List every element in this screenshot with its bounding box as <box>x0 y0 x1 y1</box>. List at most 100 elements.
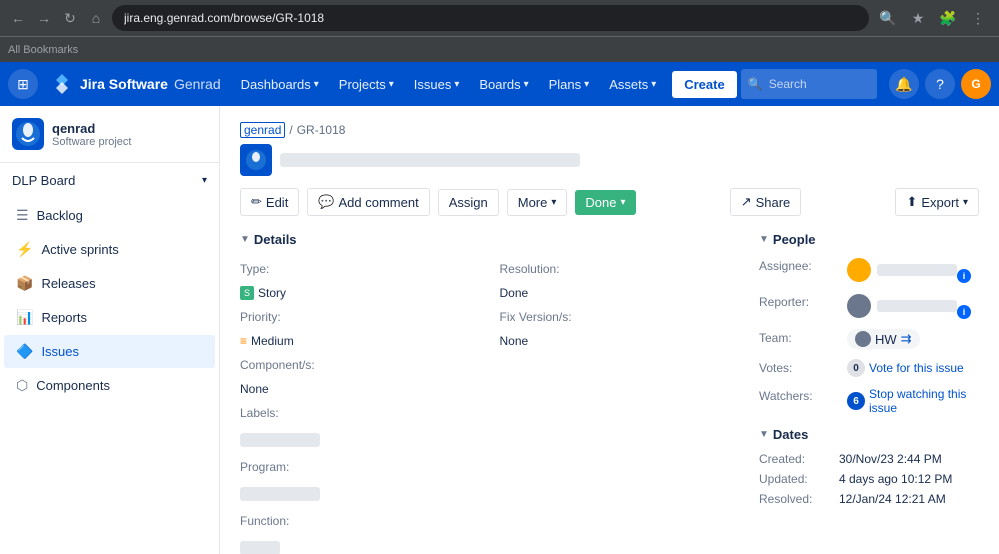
issue-main-column: ▼ Details Type: Resolution: S Story <box>240 232 739 554</box>
share-button[interactable]: ↗ Share <box>730 188 802 216</box>
updated-label: Updated: <box>759 472 839 486</box>
bookmark-star-button[interactable]: ★ <box>905 5 931 31</box>
assign-button[interactable]: Assign <box>438 189 499 216</box>
type-badge: S Story <box>240 286 490 300</box>
share-icon: ↗ <box>741 194 752 210</box>
votes-count-badge: 0 <box>847 359 865 377</box>
done-button[interactable]: Done ▾ <box>575 190 635 215</box>
breadcrumb-project-link[interactable]: genrad <box>240 122 285 138</box>
function-value <box>240 533 490 554</box>
watch-link[interactable]: Stop watching this issue <box>869 387 979 415</box>
team-name: HW <box>875 332 897 347</box>
reporter-name-blurred <box>877 300 957 312</box>
more-chevron-icon: ▾ <box>551 197 556 208</box>
type-label: Type: <box>240 257 490 281</box>
reload-button[interactable]: ↻ <box>60 8 80 28</box>
jira-logo-icon <box>50 72 74 96</box>
priority-label: Priority: <box>240 305 490 329</box>
help-button[interactable]: ? <box>925 69 955 99</box>
resolved-value: 12/Jan/24 12:21 AM <box>839 492 946 506</box>
resolved-label: Resolved: <box>759 492 839 506</box>
forward-button[interactable]: → <box>34 8 54 28</box>
people-section: ▼ People Assignee: i Reporte <box>759 232 979 415</box>
search-icon-btn[interactable]: 🔍 <box>875 5 901 31</box>
nav-plans[interactable]: Plans ▾ <box>541 71 598 98</box>
sidebar-item-releases[interactable]: 📦 Releases <box>4 267 215 300</box>
issue-right-sidebar: ▼ People Assignee: i Reporte <box>759 232 979 554</box>
sidebar-item-backlog[interactable]: ☰ Backlog <box>4 199 215 232</box>
content-area: genrad / GR-1018 ✏ Edit 💬 Add comment <box>220 106 999 554</box>
type-value: S Story <box>240 281 490 305</box>
updated-value: 4 days ago 10:12 PM <box>839 472 952 486</box>
nav-dashboards[interactable]: Dashboards ▾ <box>233 71 327 98</box>
resolution-value: Done <box>490 281 740 305</box>
dates-section-header[interactable]: ▼ Dates <box>759 427 979 442</box>
search-icon: 🔍 <box>748 77 763 91</box>
issue-title-blurred <box>280 153 580 167</box>
reporter-row: Reporter: i <box>759 293 979 319</box>
create-button[interactable]: Create <box>672 71 736 98</box>
program-value <box>240 479 490 509</box>
home-button[interactable]: ⌂ <box>86 8 106 28</box>
notifications-button[interactable]: 🔔 <box>889 69 919 99</box>
issue-project-icon <box>240 144 272 176</box>
reporter-avatar <box>847 294 871 318</box>
releases-label: Releases <box>41 276 95 291</box>
nav-issues[interactable]: Issues ▾ <box>406 71 468 98</box>
comment-icon: 💬 <box>318 194 334 210</box>
priority-medium-icon: ≡ <box>240 334 247 348</box>
menu-button[interactable]: ⋮ <box>965 5 991 31</box>
sidebar-project: qenrad Software project <box>0 106 219 163</box>
team-badge: HW ⇉ <box>847 329 920 349</box>
apps-icon-btn[interactable]: ⊞ <box>8 69 38 99</box>
url-bar[interactable] <box>112 5 869 31</box>
export-button[interactable]: ⬆ Export ▾ <box>895 188 979 216</box>
sidebar-item-components[interactable]: ⬡ Components <box>4 369 215 402</box>
details-section-header[interactable]: ▼ Details <box>240 232 739 247</box>
people-toggle-icon: ▼ <box>759 234 769 245</box>
sidebar-board[interactable]: DLP Board ▾ <box>0 163 219 198</box>
action-bar: ✏ Edit 💬 Add comment Assign More ▾ Done … <box>240 188 979 216</box>
add-comment-button[interactable]: 💬 Add comment <box>307 188 429 216</box>
breadcrumb: genrad / GR-1018 <box>240 122 979 138</box>
details-toggle-icon: ▼ <box>240 234 250 245</box>
assignee-avatar <box>847 258 871 282</box>
updated-row: Updated: 4 days ago 10:12 PM <box>759 472 979 486</box>
votes-value: 0 Vote for this issue <box>847 359 964 377</box>
issue-body: ▼ Details Type: Resolution: S Story <box>240 232 979 554</box>
more-button[interactable]: More ▾ <box>507 189 568 216</box>
details-section: ▼ Details Type: Resolution: S Story <box>240 232 739 554</box>
project-subtitle: Software project <box>52 136 131 148</box>
vote-link[interactable]: Vote for this issue <box>869 361 964 375</box>
edit-button[interactable]: ✏ Edit <box>240 188 299 216</box>
people-section-header[interactable]: ▼ People <box>759 232 979 247</box>
extension-button[interactable]: 🧩 <box>935 5 961 31</box>
people-section-label: People <box>773 232 816 247</box>
export-icon: ⬆ <box>906 194 917 210</box>
watchers-count-badge: 6 <box>847 392 865 410</box>
active-sprints-label: Active sprints <box>41 242 118 257</box>
story-type-icon: S <box>240 286 254 300</box>
created-label: Created: <box>759 452 839 466</box>
nav-boards[interactable]: Boards ▾ <box>471 71 536 98</box>
nav-projects[interactable]: Projects ▾ <box>331 71 402 98</box>
priority-value: ≡ Medium <box>240 329 490 353</box>
components-value: None <box>240 377 490 401</box>
sidebar-item-active-sprints[interactable]: ⚡ Active sprints <box>4 233 215 266</box>
sidebar-item-issues[interactable]: 🔷 Issues <box>4 335 215 368</box>
fix-version-value: None <box>490 329 740 353</box>
issue-project-logo <box>244 148 268 172</box>
project-avatar <box>12 118 44 150</box>
labels-blurred-value <box>240 433 320 447</box>
dates-section: ▼ Dates Created: 30/Nov/23 2:44 PM Updat… <box>759 427 979 506</box>
user-avatar[interactable]: G <box>961 69 991 99</box>
resolution-label: Resolution: <box>490 257 740 281</box>
back-button[interactable]: ← <box>8 8 28 28</box>
labels-label: Labels: <box>240 401 490 425</box>
board-chevron-icon: ▾ <box>202 175 207 186</box>
assignee-row: Assignee: i <box>759 257 979 283</box>
nav-assets[interactable]: Assets ▾ <box>601 71 664 98</box>
sidebar-item-reports[interactable]: 📊 Reports <box>4 301 215 334</box>
reporter-label: Reporter: <box>759 293 839 309</box>
team-row: Team: HW ⇉ <box>759 329 979 349</box>
